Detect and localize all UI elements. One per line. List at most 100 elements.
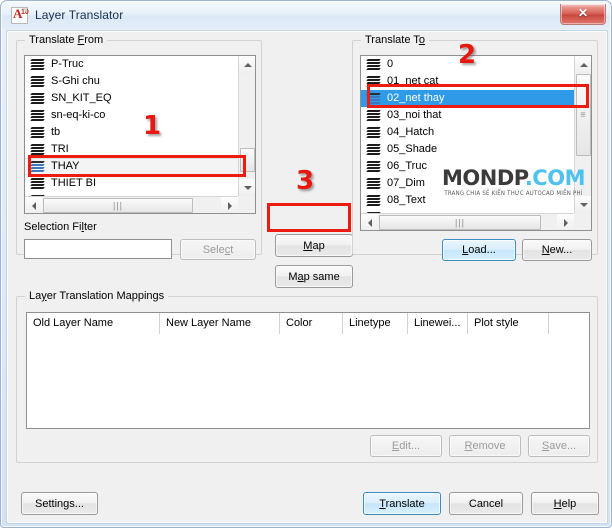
scroll-down-arrow-icon[interactable]	[239, 179, 255, 196]
list-item[interactable]: tb	[25, 124, 238, 141]
list-item-label: 05_Shade	[387, 143, 438, 155]
list-item-label: 08_Text	[387, 194, 426, 206]
column-header-lineweight[interactable]: Linewei...	[408, 313, 468, 334]
dialog-window: A 10 Layer Translator ✕ Translate From P…	[0, 0, 612, 528]
hscroll-thumb[interactable]: |||	[379, 215, 541, 230]
list-item-label: THAY	[51, 160, 80, 172]
edit-button[interactable]: Edit...	[370, 435, 442, 457]
grip-icon: |||	[454, 217, 466, 227]
layer-stack-icon	[365, 178, 381, 190]
title-bar: A 10 Layer Translator ✕	[2, 2, 610, 29]
list-item-label: THIET BI	[51, 177, 97, 189]
mappings-legend: Layer Translation Mappings	[25, 290, 169, 302]
layer-stack-icon	[365, 195, 381, 207]
scroll-left-arrow-icon[interactable]	[25, 197, 42, 213]
column-header-old-layer-name[interactable]: Old Layer Name	[27, 313, 160, 334]
list-item[interactable]: P-Truc	[25, 56, 238, 73]
selection-filter-input[interactable]	[24, 239, 172, 259]
translate-to-list[interactable]: 0 01_net cat 02_net thay 03_noi that 04_…	[360, 55, 592, 231]
window-title: Layer Translator	[35, 8, 124, 22]
scroll-up-arrow-icon[interactable]	[575, 56, 591, 73]
column-header-new-layer-name[interactable]: New Layer Name	[160, 313, 280, 334]
list-item[interactable]: SN_KIT_EQ	[25, 90, 238, 107]
remove-button[interactable]: Remove	[449, 435, 521, 457]
select-button[interactable]: Select	[180, 239, 256, 260]
column-header-linetype[interactable]: Linetype	[343, 313, 408, 334]
settings-button[interactable]: Settings...	[21, 492, 98, 515]
scroll-left-arrow-icon[interactable]	[361, 214, 378, 230]
column-header-spacer[interactable]	[549, 313, 589, 334]
list-item-label: P-Truc	[51, 58, 84, 70]
load-button[interactable]: Load...	[442, 239, 516, 261]
scroll-corner	[574, 213, 591, 230]
scroll-right-arrow-icon[interactable]	[221, 197, 238, 213]
list-item-label: SN_KIT_EQ	[51, 92, 112, 104]
layer-stack-icon	[365, 127, 381, 139]
layer-stack-icon	[29, 93, 45, 105]
translate-from-hscrollbar[interactable]: |||	[25, 196, 255, 213]
translate-button[interactable]: Translate	[363, 492, 441, 515]
layer-translation-mappings-group: Layer Translation Mappings Old Layer Nam…	[16, 290, 598, 463]
translate-to-group: Translate To 0 01_net cat 02_net thay 03…	[352, 34, 598, 261]
layer-stack-icon	[29, 59, 45, 71]
map-button[interactable]: Map	[275, 234, 353, 257]
layer-stack-icon	[29, 110, 45, 122]
close-icon: ✕	[577, 6, 589, 20]
mappings-table-body	[27, 334, 589, 428]
list-item[interactable]: THIET BI	[25, 175, 238, 192]
layer-stack-icon	[29, 76, 45, 88]
list-item[interactable]: TRI	[25, 141, 238, 158]
vscroll-thumb[interactable]: ≡	[576, 74, 591, 156]
new-button[interactable]: New...	[522, 239, 592, 261]
translate-from-list[interactable]: P-Truc S-Ghi chu SN_KIT_EQ sn-eq-ki-co t…	[24, 55, 256, 214]
translate-to-02-net-thay-row[interactable]: 02_net thay	[361, 90, 574, 107]
cancel-button[interactable]: Cancel	[449, 492, 523, 515]
layer-stack-icon	[29, 178, 45, 190]
list-item[interactable]: S-Ghi chu	[25, 73, 238, 90]
scroll-down-arrow-icon[interactable]	[575, 196, 591, 213]
translate-to-vscrollbar[interactable]: ≡	[574, 56, 591, 213]
list-item[interactable]: 0	[361, 56, 574, 73]
layer-stack-icon	[29, 144, 45, 156]
list-item-label: 01_net cat	[387, 75, 439, 87]
list-item-label: sn-eq-ki-co	[51, 109, 106, 121]
list-item[interactable]: 07_Dim	[361, 175, 574, 192]
list-item[interactable]: sn-eq-ki-co	[25, 107, 238, 124]
translate-to-list-items: 0 01_net cat 02_net thay 03_noi that 04_…	[361, 56, 574, 213]
translate-to-hscrollbar[interactable]: |||	[361, 213, 591, 230]
scroll-corner	[238, 196, 255, 213]
list-item[interactable]: 05_Shade	[361, 141, 574, 158]
translate-from-thay-row[interactable]: THAY	[25, 158, 238, 175]
save-button[interactable]: Save...	[528, 435, 590, 457]
list-item-label: 07_Dim	[387, 177, 425, 189]
layer-stack-icon	[365, 93, 381, 105]
layer-translator-dialog: A 10 Layer Translator ✕ Translate From P…	[0, 0, 612, 528]
list-item[interactable]: 08_Text	[361, 192, 574, 209]
layer-stack-icon	[365, 59, 381, 71]
translate-to-legend: Translate To	[361, 34, 429, 46]
layer-stack-icon	[365, 144, 381, 156]
translate-from-legend: Translate From	[25, 34, 108, 46]
list-item-label: 0	[387, 58, 394, 70]
layer-stack-icon	[365, 110, 381, 122]
list-item[interactable]: 06_Truc	[361, 158, 574, 175]
scroll-up-arrow-icon[interactable]	[239, 56, 255, 73]
list-item[interactable]: 01_net cat	[361, 73, 574, 90]
map-same-button[interactable]: Map same	[275, 265, 353, 288]
close-button[interactable]: ✕	[560, 4, 606, 25]
column-header-color[interactable]: Color	[280, 313, 343, 334]
column-header-plot-style[interactable]: Plot style	[468, 313, 549, 334]
translate-from-group: Translate From P-Truc S-Ghi chu SN_KIT_E…	[16, 34, 262, 260]
list-item-label: 03_noi that	[387, 109, 442, 121]
scroll-right-arrow-icon[interactable]	[557, 214, 574, 230]
vscroll-thumb[interactable]	[240, 148, 255, 172]
dialog-client-area: Translate From P-Truc S-Ghi chu SN_KIT_E…	[6, 30, 608, 524]
list-item[interactable]: 03_noi that	[361, 107, 574, 124]
translate-from-vscrollbar[interactable]	[238, 56, 255, 196]
mappings-table[interactable]: Old Layer Name New Layer Name Color Line…	[26, 312, 590, 429]
autocad-a-icon: A 10	[11, 6, 29, 24]
grip-icon: ≡	[580, 109, 587, 120]
list-item[interactable]: 04_Hatch	[361, 124, 574, 141]
hscroll-thumb[interactable]: |||	[43, 198, 193, 213]
help-button[interactable]: Help	[531, 492, 599, 515]
